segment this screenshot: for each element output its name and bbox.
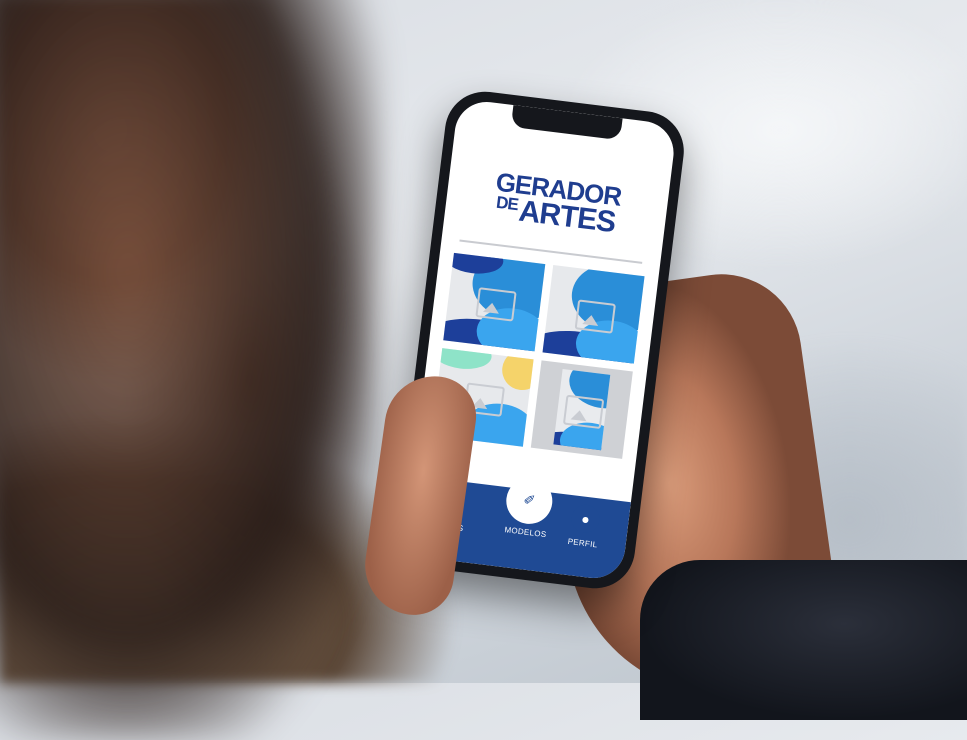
phone-notch	[510, 105, 623, 141]
image-placeholder-icon	[574, 299, 616, 334]
decor-shape	[431, 348, 494, 373]
sleeve	[640, 560, 967, 720]
brush-icon: ✐	[509, 479, 550, 520]
nav-item-perfil[interactable]: ● PERFIL	[547, 501, 622, 552]
logo-small: DE	[495, 192, 519, 214]
nav-label: PERFIL	[567, 536, 598, 550]
template-card[interactable]	[542, 265, 645, 364]
image-placeholder-icon	[562, 394, 605, 430]
user-icon: ●	[569, 503, 602, 535]
story-frame	[553, 368, 611, 451]
template-card[interactable]	[443, 252, 546, 352]
app-logo: GERADOR DEARTES	[444, 164, 669, 244]
person-silhouette	[0, 0, 380, 740]
template-card[interactable]	[530, 360, 633, 459]
decor-shape	[499, 348, 534, 393]
image-placeholder-icon	[475, 287, 517, 322]
